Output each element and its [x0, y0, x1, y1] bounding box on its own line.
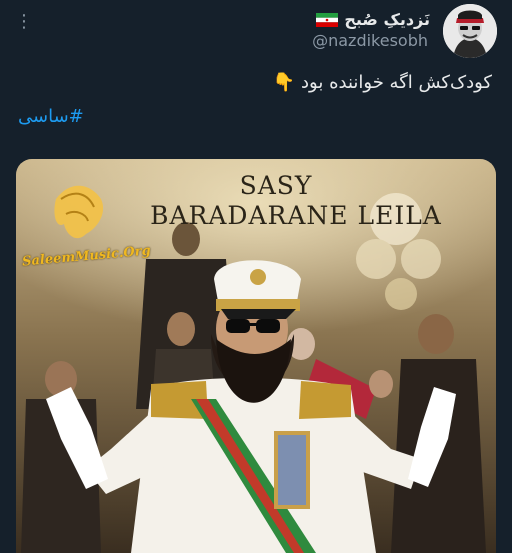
- more-options-icon[interactable]: ⋮: [14, 8, 34, 36]
- tweet[interactable]: ⋮ نَزدیکِ صُبح @nazdikesobh کودک‌کش اگه …: [0, 0, 512, 553]
- poster-title-line1: SASY: [239, 171, 313, 200]
- poster-title-line2: BARADARANE LEILA: [150, 201, 442, 230]
- hashtag-link[interactable]: #ساسی: [18, 106, 84, 127]
- iran-flag-icon: [316, 12, 339, 27]
- avatar[interactable]: [443, 4, 497, 58]
- user-handle[interactable]: @nazdikesobh: [312, 31, 428, 50]
- tweet-media-image[interactable]: SASY BARADARANE LEILA SaleemMusic.Org: [16, 159, 496, 553]
- author-name-row[interactable]: نَزدیکِ صُبح: [316, 8, 430, 30]
- avatar-image: [443, 4, 497, 58]
- tweet-text: کودک‌کش اگه خواننده بود 👇: [272, 72, 492, 93]
- display-name[interactable]: نَزدیکِ صُبح: [344, 10, 430, 29]
